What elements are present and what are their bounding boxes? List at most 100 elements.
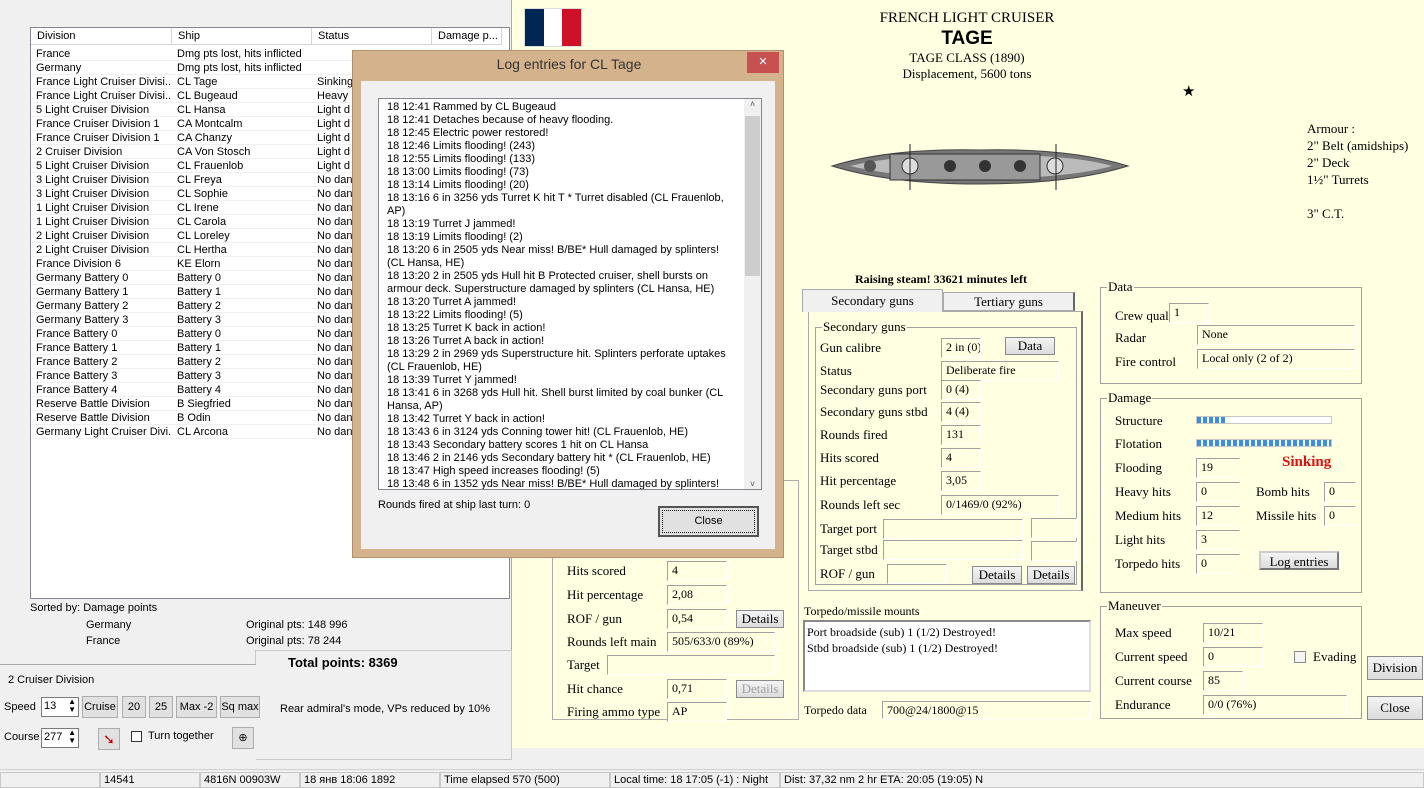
field-label: Hits scored: [820, 450, 879, 465]
division-button[interactable]: Division: [1367, 656, 1423, 680]
log-entry: 18 13:19 Turret J jammed!: [387, 218, 516, 230]
field-value: 0: [1324, 506, 1356, 526]
torpedo-mount-item[interactable]: Stbd broadside (sub) 1 (1/2) Destroyed!: [807, 640, 1087, 656]
rof-details-button[interactable]: Details: [972, 566, 1022, 584]
field-label: Current course: [1115, 673, 1192, 688]
total-points: Total points: 8369: [288, 655, 398, 670]
field-label: Missile hits: [1256, 508, 1317, 523]
field-label: Heavy hits: [1115, 484, 1171, 499]
sorted-by-label: Sorted by: Damage points: [30, 602, 158, 614]
pointer-arrow-icon[interactable]: ➘: [98, 728, 120, 750]
course-spinner[interactable]: 277 ▲ ▼: [41, 728, 79, 748]
data-group: Data Crew quality 1 Radar None Fire control Lo…: [1100, 279, 1362, 384]
speed-label: Speed: [4, 701, 36, 713]
scroll-down-icon[interactable]: ˅: [744, 479, 761, 489]
side-name: France: [86, 635, 121, 647]
column-header[interactable]: Division: [31, 28, 172, 45]
data-button[interactable]: Data: [1005, 337, 1055, 355]
target-crosshair-icon[interactable]: ⊕: [232, 727, 254, 749]
division-cell: France Cruiser Division 1: [36, 118, 160, 130]
field-value: 0: [1324, 482, 1356, 502]
group-title: Secondary guns: [822, 319, 907, 335]
speed-20-button[interactable]: 20: [122, 696, 146, 718]
log-entry: 18 13:26 Turret A back in action!: [387, 335, 545, 347]
close-button[interactable]: Close: [1367, 696, 1423, 720]
log-entry: 18 13:25 Turret K back in action!: [387, 322, 546, 334]
ship-silhouette-icon: [830, 144, 1130, 190]
spinner-arrows-icon[interactable]: ▲ ▼: [68, 698, 76, 714]
spinner-arrows-icon[interactable]: ▲ ▼: [68, 729, 76, 745]
turn-together-checkbox[interactable]: [131, 731, 142, 742]
column-header[interactable]: Status: [312, 28, 432, 45]
log-entry: 18 13:20 6 in 2505 yds Near miss! B/BE* …: [387, 244, 720, 269]
field-label: Rounds left main: [567, 634, 657, 649]
column-header[interactable]: Ship: [172, 28, 312, 45]
sinking-status: Sinking: [1282, 454, 1332, 470]
speed-spinner[interactable]: 13 ▲ ▼: [41, 697, 79, 717]
torpedo-data-value: 700@24/1800@15: [882, 701, 1091, 719]
division-cell: Reserve Battle Division: [36, 398, 150, 410]
column-header[interactable]: Damage p...: [432, 28, 502, 45]
log-entry: 18 12:55 Limits flooding! (133): [387, 153, 535, 165]
ship-cell: CL Freya: [177, 174, 222, 186]
ship-class: TAGE CLASS (1890): [909, 50, 1025, 65]
ship-cell: B Siegfried: [177, 398, 231, 410]
armour-heading: Armour :: [1307, 121, 1356, 136]
dialog-close-button[interactable]: Close: [658, 506, 759, 537]
field-value: 2,08: [667, 585, 727, 605]
field-label: Hit chance: [567, 681, 623, 696]
evading-checkbox[interactable]: [1294, 651, 1306, 663]
ship-cell: Battery 1: [177, 342, 222, 354]
cruise-speed-button[interactable]: Cruise: [82, 696, 118, 718]
ship-cell: CL Bugeaud: [177, 90, 238, 102]
ship-name: TAGE: [941, 28, 993, 49]
field-label: Max speed: [1115, 625, 1172, 640]
speed-value: 13: [44, 700, 57, 712]
target-port-extra: [1031, 518, 1077, 538]
dialog-title: Log entries for CL Tage: [496, 56, 642, 72]
max-minus-2-button[interactable]: Max -2: [176, 696, 217, 718]
log-scrollbar[interactable]: ˄ ˅: [744, 99, 761, 489]
division-cell: France Battery 2: [36, 356, 118, 368]
torpedo-mounts-title: Torpedo/missile mounts: [804, 604, 920, 618]
tab-secondary-guns[interactable]: Secondary guns: [802, 289, 943, 312]
field-value: None: [1197, 325, 1355, 345]
field-value: 0 (4): [941, 380, 981, 400]
log-entry: 18 13:42 Turret Y back in action!: [387, 413, 545, 425]
torpedo-mounts-list[interactable]: Port broadside (sub) 1 (1/2) Destroyed! …: [803, 620, 1091, 692]
log-entry: 18 13:47 High speed increases flooding! …: [387, 465, 600, 477]
field-value: 2 in (0): [941, 338, 981, 358]
group-title: Data: [1107, 279, 1134, 295]
structure-bar-fill: [1197, 417, 1227, 423]
torpedo-mount-item[interactable]: Port broadside (sub) 1 (1/2) Destroyed!: [807, 624, 1087, 640]
points-panel: Total points: 8369 Rear admiral's mode, …: [255, 650, 512, 760]
side-points: Original pts: 148 996: [246, 619, 348, 631]
field-label: Medium hits: [1115, 508, 1182, 523]
log-entries-dialog: Log entries for CL Tage ✕ 18 12:41 Ramme…: [352, 50, 784, 558]
ship-cell: Battery 0: [177, 328, 222, 340]
ship-cell: CA Montcalm: [177, 118, 243, 130]
ship-cell: CA Chanzy: [177, 132, 233, 144]
division-control-panel: 2 Cruiser Division Speed 13 ▲ ▼ Cruise 20 …: [0, 664, 260, 760]
field-value: 0: [1203, 647, 1263, 667]
status-cell: Time elapsed 570 (500): [440, 772, 610, 788]
field-label: Torpedo hits: [1115, 556, 1181, 571]
target-details-button[interactable]: Details: [1027, 566, 1075, 584]
field-value: [883, 519, 1023, 539]
scroll-thumb[interactable]: [745, 116, 760, 276]
log-entry: 18 12:41 Rammed by CL Bugeaud: [387, 101, 556, 113]
rof-details-button[interactable]: Details: [736, 610, 784, 628]
ship-cell: Battery 2: [177, 300, 222, 312]
field-value: Deliberate fire: [941, 361, 1059, 381]
division-cell: 2 Light Cruiser Division: [36, 230, 150, 242]
log-entry: 18 13:22 Limits flooding! (5): [387, 309, 523, 321]
close-x-icon[interactable]: ✕: [747, 52, 779, 73]
log-entries-button[interactable]: Log entries: [1259, 551, 1339, 570]
tab-tertiary-guns[interactable]: Tertiary guns: [943, 292, 1075, 311]
log-list[interactable]: 18 12:41 Rammed by CL Bugeaud 18 12:41 De…: [378, 98, 762, 490]
scroll-up-icon[interactable]: ˄: [744, 99, 761, 109]
squadron-max-button[interactable]: Sq max: [220, 696, 260, 718]
division-cell: Germany Light Cruiser Divi...: [36, 426, 172, 438]
speed-25-button[interactable]: 25: [149, 696, 173, 718]
field-value: 4: [941, 448, 981, 468]
